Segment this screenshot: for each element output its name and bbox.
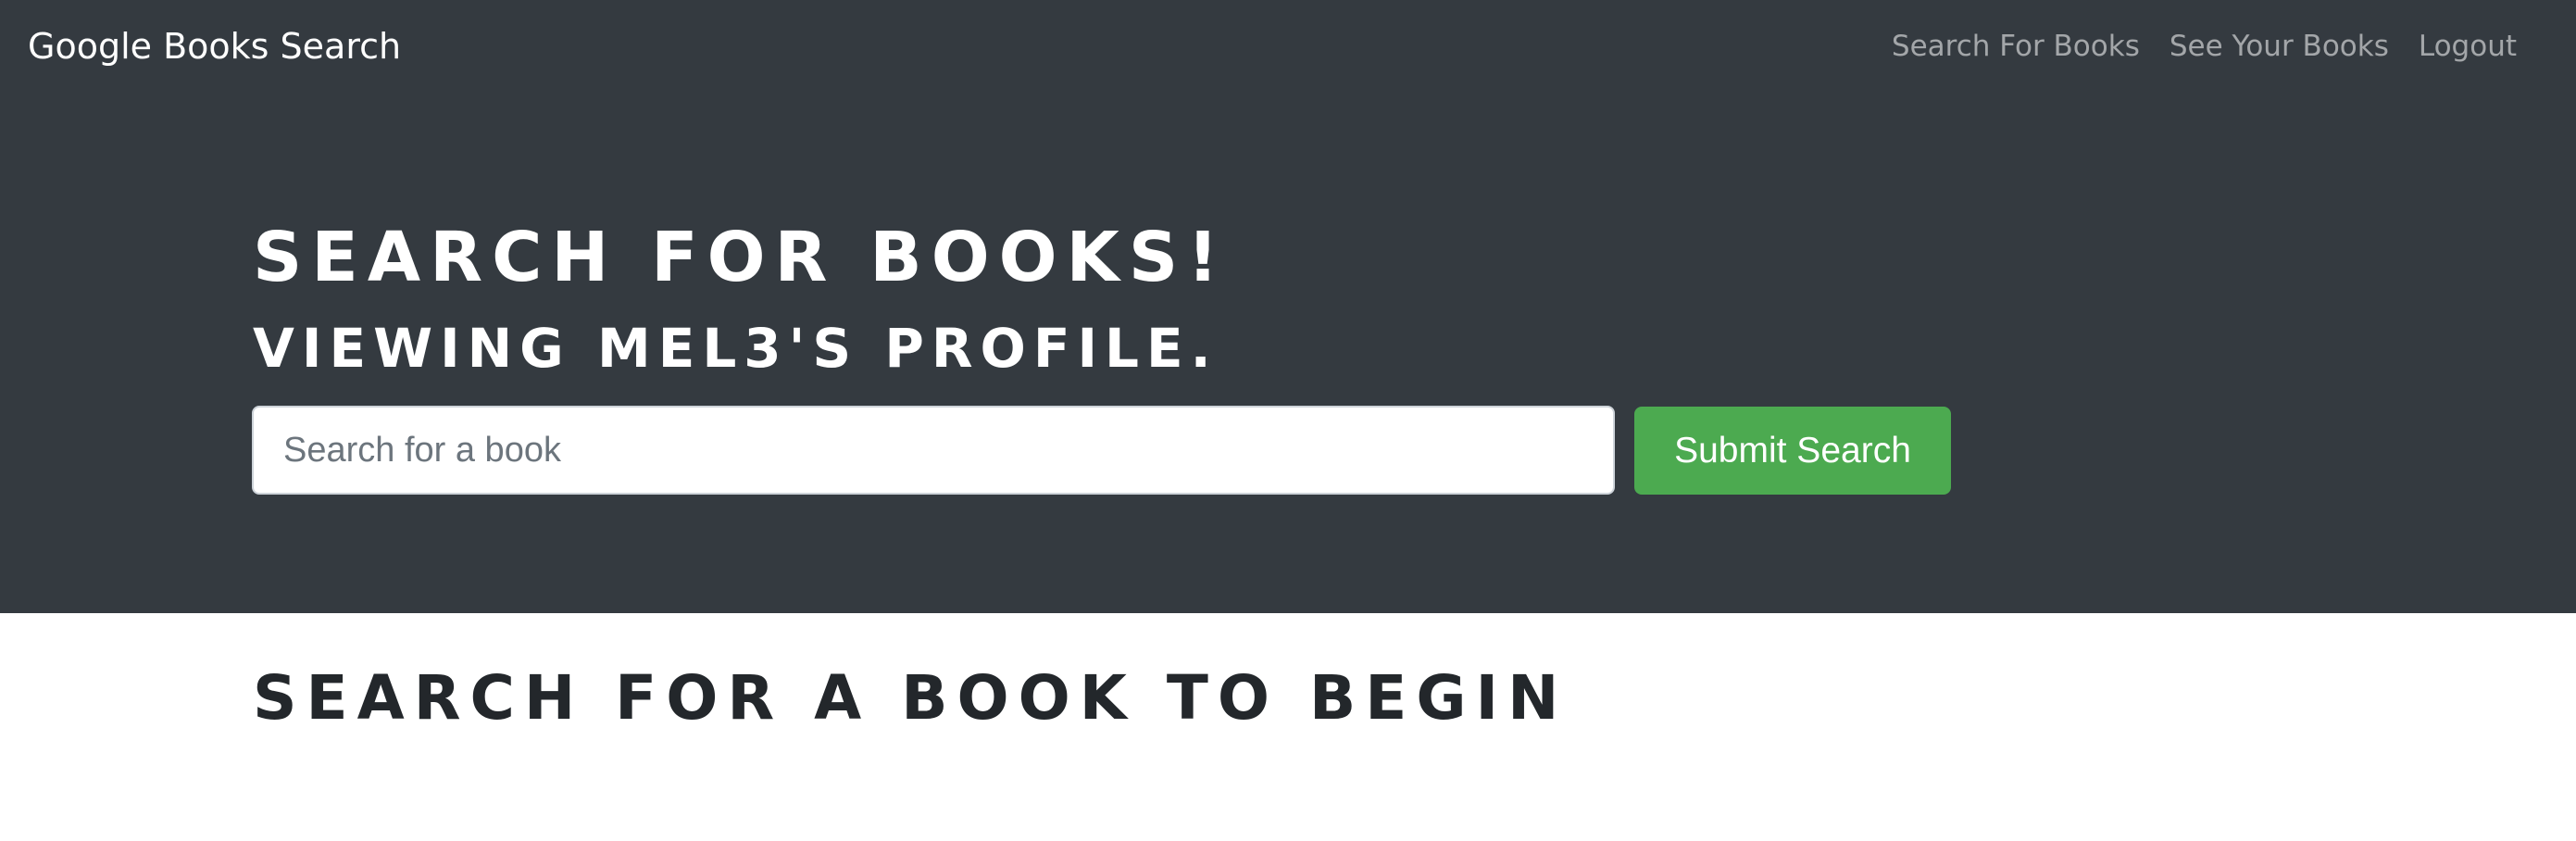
nav-link-search-books[interactable]: Search For Books [1892,30,2140,63]
hero-subtitle: VIEWING MEL3'S PROFILE. [253,317,1219,380]
submit-search-button[interactable]: Submit Search [1634,407,1951,495]
search-input[interactable] [252,406,1615,495]
nav-link-see-your-books[interactable]: See Your Books [2170,30,2389,63]
hero-section: SEARCH FOR BOOKS! VIEWING MEL3'S PROFILE… [0,93,2576,613]
hero-title: SEARCH FOR BOOKS! [253,218,1228,297]
page: Google Books Search Search For Books See… [0,0,2576,841]
nav-link-logout[interactable]: Logout [2419,30,2517,63]
nav-links: Search For Books See Your Books Logout [1892,19,2517,74]
navbar: Google Books Search Search For Books See… [0,0,2576,93]
brand-link[interactable]: Google Books Search [28,19,401,74]
results-heading: SEARCH FOR A BOOK TO BEGIN [253,662,1569,734]
